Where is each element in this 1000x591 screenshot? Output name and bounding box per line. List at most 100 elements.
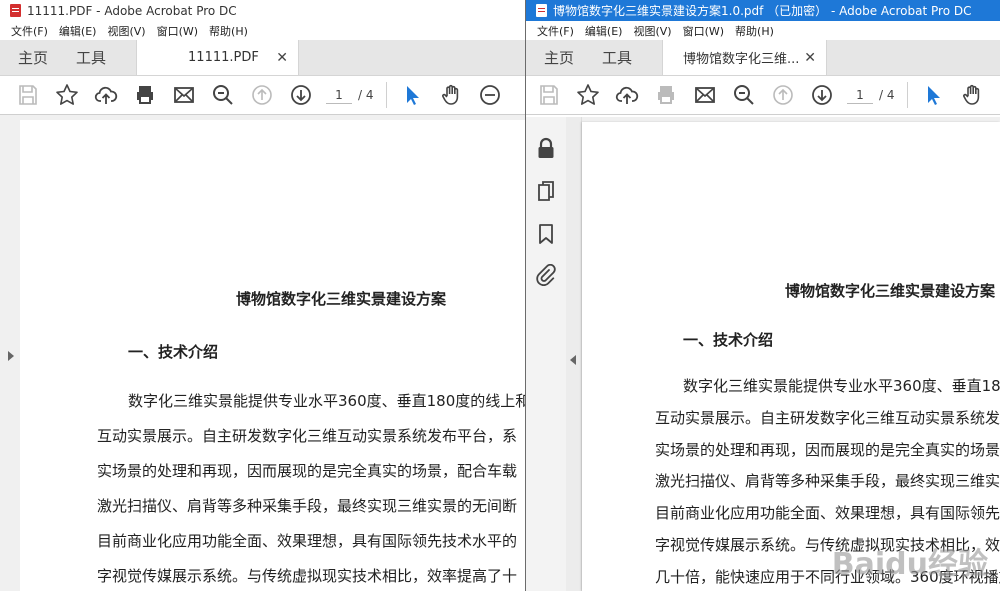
watermark: Baidu经验 <box>831 547 988 582</box>
lock-icon <box>538 137 554 158</box>
arrow-up-circle-icon <box>251 85 272 105</box>
menu-bar: 文件(F) 编辑(E) 视图(V) 窗口(W) 帮助(H) <box>0 21 525 40</box>
magnifier-icon <box>212 85 233 105</box>
paragraph-line: 数字化三维实景能提供专业水平360度、垂直180度的线上 <box>683 377 1000 395</box>
paragraph-line: 激光扫描仪、肩背等多种采集手段，最终实现三维实景 <box>655 472 1000 490</box>
attachments-button[interactable] <box>535 264 557 286</box>
page-thumbnails-button[interactable] <box>535 180 557 202</box>
tab-document[interactable]: 11111.PDF ✕ <box>136 40 300 75</box>
tab-bar: 主页 工具 博物馆数字化三维... ✕ <box>526 40 1000 76</box>
previous-page-button[interactable] <box>242 80 281 110</box>
expand-panel-icon[interactable] <box>8 351 14 361</box>
left-panel-rail <box>0 115 20 591</box>
cursor-arrow-icon <box>407 86 419 105</box>
document-title: 博物馆数字化三维实景建设方案 <box>236 290 447 308</box>
window-title: 博物馆数字化三维实景建设方案1.0.pdf （已加密） - Adobe Acro… <box>553 4 972 18</box>
paragraph-line: 数字化三维实景能提供专业水平360度、垂直180度的线上和 <box>128 392 525 410</box>
acrobat-window-right: 博物馆数字化三维实景建设方案1.0.pdf （已加密） - Adobe Acro… <box>525 0 1000 591</box>
hand-tool-button[interactable] <box>432 80 471 110</box>
next-page-button[interactable] <box>281 80 320 110</box>
page-number-input[interactable]: 1 <box>326 87 352 104</box>
printer-icon <box>136 86 153 104</box>
close-tab-icon[interactable]: ✕ <box>804 50 816 66</box>
save-icon <box>539 85 558 105</box>
menu-file[interactable]: 文件(F) <box>11 23 48 39</box>
page-total: / 4 <box>879 88 895 102</box>
email-button[interactable] <box>685 80 724 110</box>
next-page-button[interactable] <box>802 80 841 110</box>
security-button[interactable] <box>535 137 557 159</box>
pdf-page: 博物馆数字化三维实景建设方案 一、技术介绍 数字化三维实景能提供专业水平360度… <box>20 120 525 591</box>
menu-help[interactable]: 帮助(H) <box>735 23 774 39</box>
hand-tool-button[interactable] <box>953 80 992 110</box>
upload-button[interactable] <box>86 80 125 110</box>
menu-edit[interactable]: 编辑(E) <box>59 23 97 39</box>
toolbar-divider <box>385 82 387 108</box>
title-bar[interactable]: 11111.PDF - Adobe Acrobat Pro DC <box>0 0 525 21</box>
bookmark-icon <box>539 224 553 244</box>
arrow-down-circle-icon <box>811 85 832 105</box>
pdf-file-icon <box>10 4 21 17</box>
document-title: 博物馆数字化三维实景建设方案 <box>785 282 996 300</box>
find-button[interactable] <box>724 80 763 110</box>
paragraph-line: 实场景的处理和再现，因而展现的是完全真实的场景，配合车载 <box>97 462 518 480</box>
title-bar[interactable]: 博物馆数字化三维实景建设方案1.0.pdf （已加密） - Adobe Acro… <box>526 0 1000 21</box>
paragraph-line: 互动实景展示。自主研发数字化三维互动实景系统发布平台，系 <box>97 427 518 445</box>
menu-file[interactable]: 文件(F) <box>537 23 574 39</box>
save-icon <box>18 85 37 105</box>
paperclip-icon <box>536 264 556 286</box>
tab-home[interactable]: 主页 <box>0 40 48 75</box>
menu-view[interactable]: 视图(V) <box>633 23 671 39</box>
select-tool-button[interactable] <box>914 80 953 110</box>
page-navigator: 1 / 4 <box>847 87 895 104</box>
star-icon <box>576 84 599 105</box>
tab-tools[interactable]: 工具 <box>48 40 106 75</box>
acrobat-window-left: 11111.PDF - Adobe Acrobat Pro DC 文件(F) 编… <box>0 0 525 591</box>
collapse-panel-icon[interactable] <box>570 355 576 365</box>
menu-bar: 文件(F) 编辑(E) 视图(V) 窗口(W) 帮助(H) <box>526 21 1000 40</box>
page-total: / 4 <box>358 88 374 102</box>
menu-view[interactable]: 视图(V) <box>107 23 145 39</box>
tab-document-label: 11111.PDF <box>188 50 259 65</box>
envelope-icon <box>694 87 715 103</box>
save-button[interactable] <box>8 80 47 110</box>
paragraph-line: 实场景的处理和再现，因而展现的是完全真实的场景， <box>655 441 1000 459</box>
envelope-icon <box>173 87 194 103</box>
window-title: 11111.PDF - Adobe Acrobat Pro DC <box>27 3 237 18</box>
bookmark-star-button[interactable] <box>47 80 86 110</box>
save-button[interactable] <box>529 80 568 110</box>
menu-help[interactable]: 帮助(H) <box>209 23 248 39</box>
minus-circle-icon <box>480 85 500 105</box>
zoom-out-button[interactable] <box>471 80 510 110</box>
menu-window[interactable]: 窗口(W) <box>683 23 724 39</box>
email-button[interactable] <box>164 80 203 110</box>
bookmark-star-button[interactable] <box>568 80 607 110</box>
document-area: 博物馆数字化三维实景建设方案 一、技术介绍 数字化三维实景能提供专业水平360度… <box>526 117 1000 591</box>
menu-window[interactable]: 窗口(W) <box>157 23 198 39</box>
paragraph-line: 激光扫描仪、肩背等多种采集手段，最终实现三维实景的无间断 <box>97 497 518 515</box>
page-number-input[interactable]: 1 <box>847 87 873 104</box>
panel-toggle[interactable] <box>566 117 582 591</box>
arrow-down-circle-icon <box>290 85 311 105</box>
cloud-upload-icon <box>94 86 117 104</box>
upload-button[interactable] <box>607 80 646 110</box>
cloud-upload-icon <box>615 86 638 104</box>
bookmarks-button[interactable] <box>535 223 557 245</box>
select-tool-button[interactable] <box>393 80 432 110</box>
star-icon <box>55 84 78 105</box>
previous-page-button[interactable] <box>763 80 802 110</box>
toolbar-divider <box>906 82 908 108</box>
magnifier-icon <box>733 85 754 105</box>
cursor-arrow-icon <box>928 86 940 105</box>
close-tab-icon[interactable]: ✕ <box>276 50 288 66</box>
section-heading: 一、技术介绍 <box>128 343 219 361</box>
print-button[interactable] <box>646 80 685 110</box>
tab-document[interactable]: 博物馆数字化三维... ✕ <box>662 40 828 75</box>
print-button[interactable] <box>125 80 164 110</box>
menu-edit[interactable]: 编辑(E) <box>585 23 623 39</box>
paragraph-line: 目前商业化应用功能全面、效果理想，具有国际领先技术水平的 <box>97 532 518 550</box>
find-button[interactable] <box>203 80 242 110</box>
tab-tools[interactable]: 工具 <box>574 40 632 75</box>
tab-home[interactable]: 主页 <box>526 40 574 75</box>
paragraph-line: 互动实景展示。自主研发数字化三维互动实景系统发布 <box>655 409 1000 427</box>
